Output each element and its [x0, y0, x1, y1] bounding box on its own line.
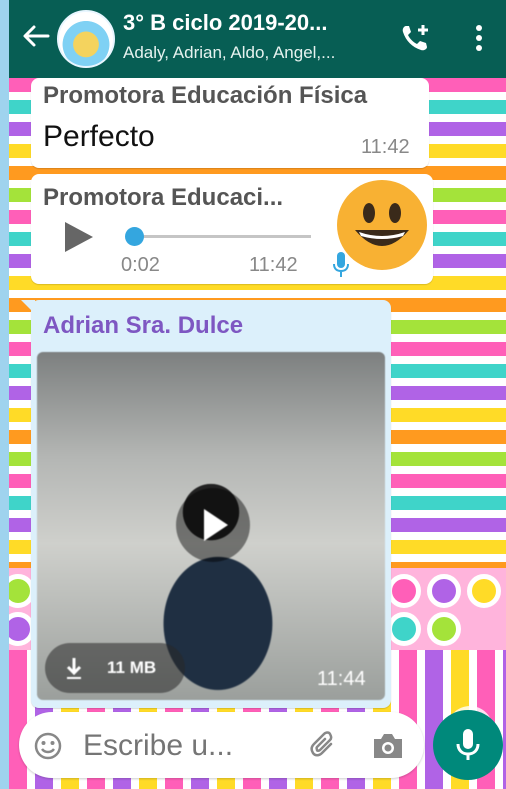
chat-header: 3° B ciclo 2019-20... Adaly, Adrian, Ald…	[9, 0, 506, 78]
sender-emoji-avatar[interactable]	[337, 180, 427, 270]
play-icon	[204, 509, 228, 541]
attach-button[interactable]	[309, 730, 339, 762]
message-time: 11:44	[317, 668, 366, 690]
chat-participants[interactable]: Adaly, Adrian, Aldo, Angel,...	[123, 43, 335, 63]
back-arrow-icon	[23, 25, 50, 47]
camera-button[interactable]	[371, 731, 405, 761]
microphone-icon	[456, 729, 480, 760]
video-message-bubble[interactable]: Adrian Sra. Dulce 11 MB 11:44	[21, 300, 391, 708]
message-input[interactable]	[81, 724, 295, 768]
voice-message-bubble[interactable]: Promotora Educaci... 0:02 11:42	[31, 174, 433, 284]
add-call-icon	[402, 25, 428, 51]
chat-title[interactable]: 3° B ciclo 2019-20...	[123, 10, 327, 36]
message-bubble[interactable]: Promotora Educación Física Perfecto 11:4…	[31, 78, 429, 168]
video-play-button[interactable]	[176, 488, 250, 562]
message-sender: Adrian Sra. Dulce	[43, 312, 244, 339]
voice-progress-thumb[interactable]	[125, 227, 144, 246]
message-sender: Promotora Educaci...	[43, 184, 284, 211]
smiley-face-icon	[355, 203, 409, 246]
emoji-button[interactable]	[33, 731, 63, 761]
voice-progress-track[interactable]	[125, 227, 311, 246]
voice-play-button[interactable]	[63, 220, 95, 254]
paperclip-icon	[310, 731, 333, 757]
video-thumbnail[interactable]: 11 MB 11:44	[37, 352, 385, 700]
whatsapp-chat-screen: 3° B ciclo 2019-20... Adaly, Adrian, Ald…	[9, 0, 506, 789]
voice-duration: 0:02	[121, 254, 160, 276]
play-icon	[65, 222, 93, 252]
group-avatar[interactable]	[57, 10, 115, 68]
message-time: 11:42	[249, 254, 298, 276]
download-chip[interactable]: 11 MB	[45, 643, 185, 693]
voice-record-button[interactable]	[433, 710, 503, 780]
add-call-button[interactable]	[397, 18, 433, 58]
message-time: 11:42	[361, 136, 410, 158]
back-button[interactable]	[21, 20, 51, 52]
chat-area[interactable]: Promotora Educación Física Perfecto 11:4…	[9, 78, 506, 789]
video-size: 11 MB	[107, 658, 157, 677]
message-sender: Promotora Educación Física	[43, 82, 368, 109]
emoji-icon	[34, 732, 62, 760]
more-options-button[interactable]	[461, 18, 497, 58]
message-composer[interactable]	[19, 712, 424, 778]
camera-icon	[374, 734, 402, 758]
bubble-tail	[21, 300, 35, 314]
message-text: Perfecto	[43, 120, 155, 153]
download-icon	[66, 658, 82, 679]
more-vert-icon	[476, 25, 482, 51]
